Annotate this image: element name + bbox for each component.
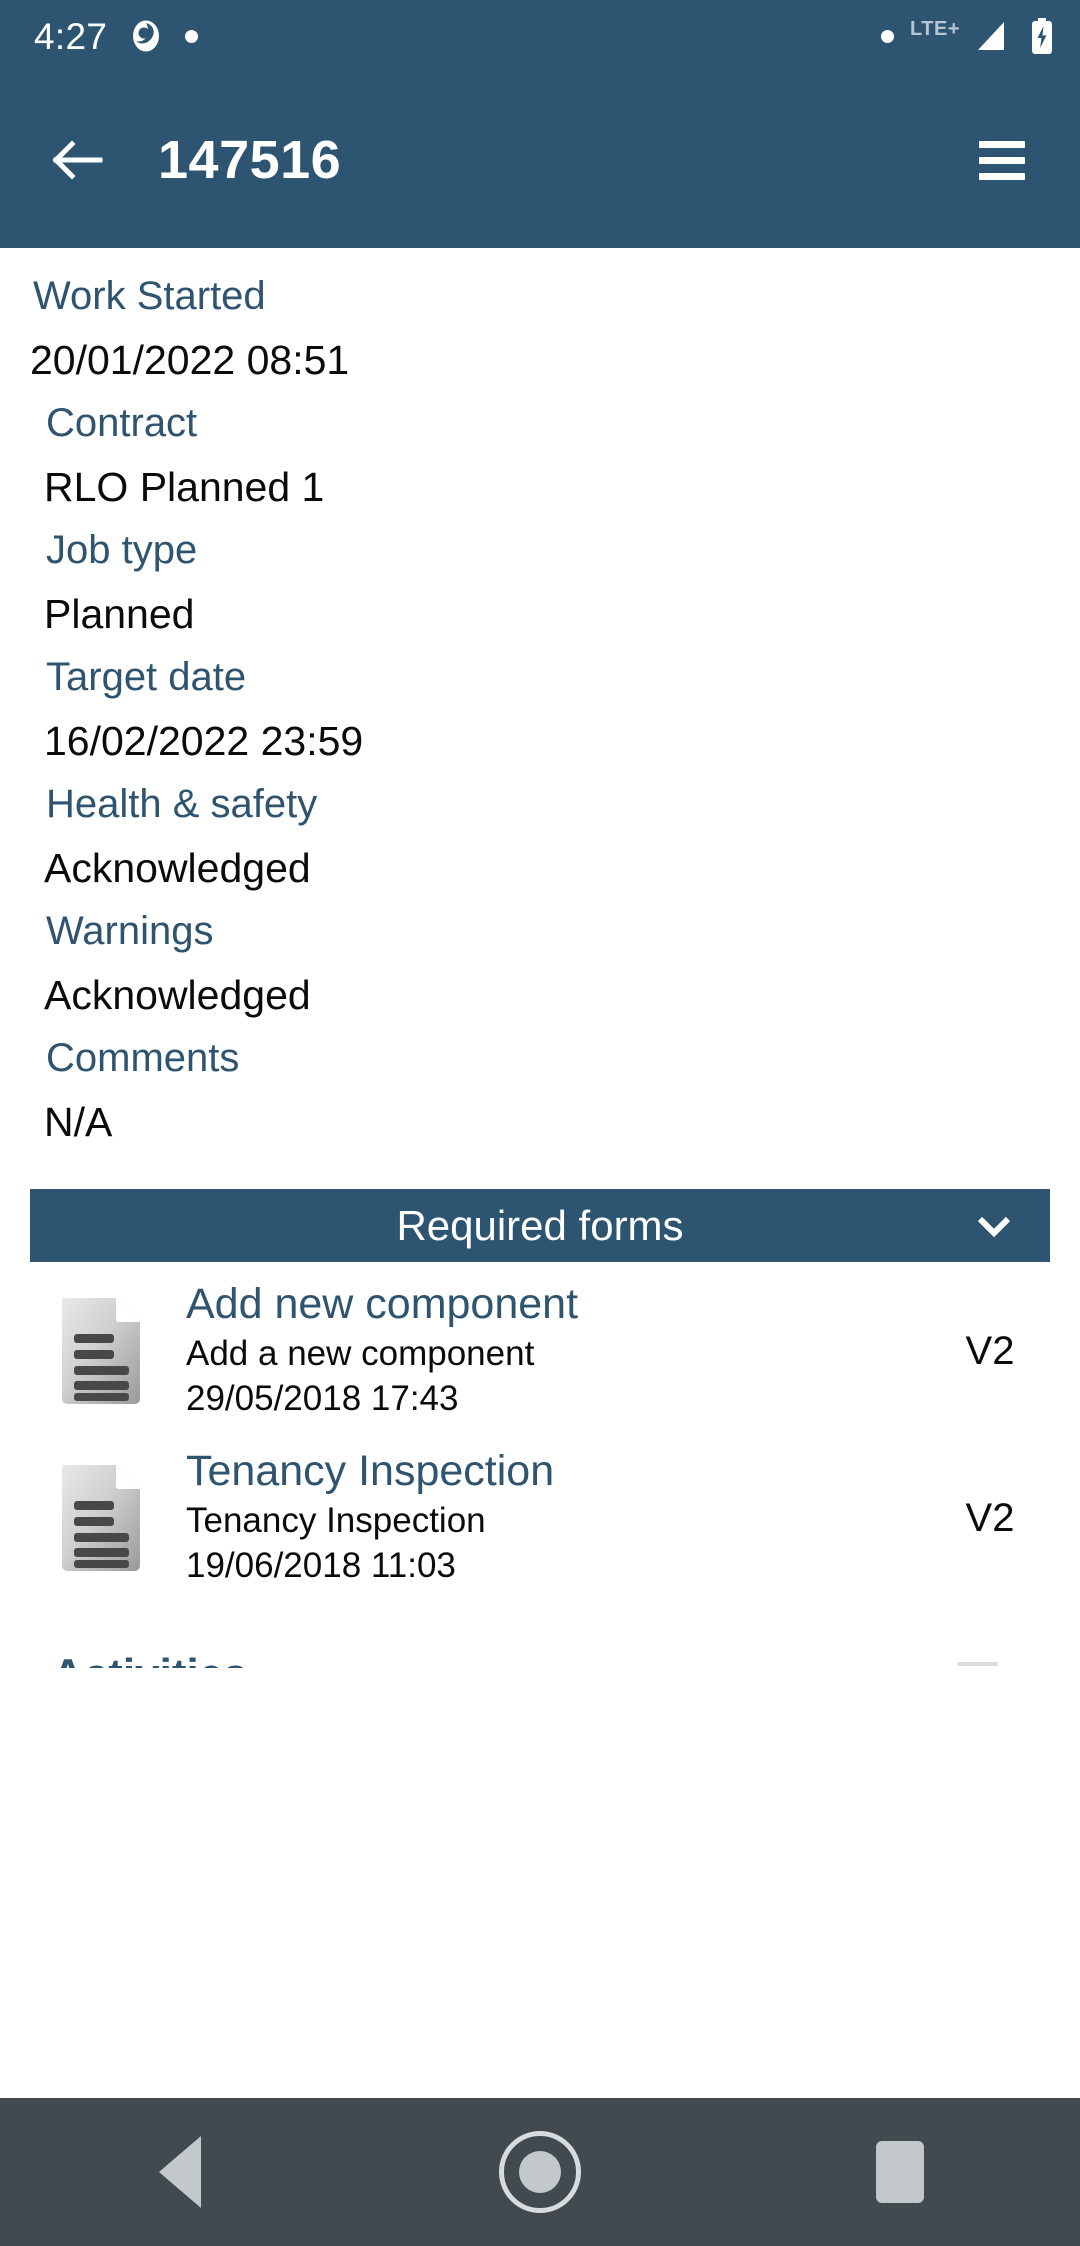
phone-screen: 4:27 LTE+ 147516 Work Started 20/01/2022…	[0, 0, 1080, 2246]
activities-section-header[interactable]: Activities	[30, 1626, 1050, 1668]
form-description: Tenancy Inspection	[186, 1501, 486, 1541]
battery-charging-icon	[1030, 18, 1054, 54]
form-date: 29/05/2018 17:43	[186, 1379, 459, 1419]
chevron-icon-partial	[958, 1661, 998, 1666]
home-circle-icon	[499, 2131, 581, 2213]
field-job-type: Job type Planned	[0, 508, 1080, 635]
field-value: 20/01/2022 08:51	[30, 337, 350, 383]
form-description: Add a new component	[186, 1334, 535, 1374]
field-label: Target date	[46, 655, 247, 699]
nav-back-button[interactable]	[105, 2098, 255, 2246]
field-label: Job type	[46, 528, 198, 572]
field-value: 16/02/2022 23:59	[44, 718, 364, 764]
required-form-row[interactable]: Tenancy Inspection Tenancy Inspection 19…	[0, 1429, 1080, 1596]
home-inner-dot	[519, 2151, 561, 2193]
field-value: Acknowledged	[44, 845, 311, 891]
menu-bar-1	[979, 140, 1025, 148]
field-label: Contract	[46, 401, 198, 445]
recents-square-icon	[876, 2141, 924, 2203]
form-version-badge: V2	[965, 1328, 1015, 1373]
nav-home-button[interactable]	[465, 2098, 615, 2246]
field-target-date: Target date 16/02/2022 23:59	[0, 635, 1080, 762]
section-title: Activities	[30, 1652, 248, 1668]
field-value: Planned	[44, 591, 195, 637]
document-icon	[58, 1461, 144, 1575]
form-title[interactable]: Add new component	[186, 1281, 930, 1328]
field-health-and-safety: Health & safety Acknowledged	[0, 762, 1080, 889]
form-date: 19/06/2018 11:03	[186, 1545, 456, 1585]
dot-icon-right	[881, 29, 895, 43]
field-value: Acknowledged	[44, 972, 311, 1018]
nav-recents-button[interactable]	[825, 2098, 975, 2246]
field-label: Health & safety	[46, 782, 318, 826]
signal-icon	[976, 20, 1014, 52]
menu-bar-2	[979, 156, 1025, 164]
field-label: Work Started	[33, 274, 266, 318]
required-form-text-block: Tenancy Inspection Tenancy Inspection 19…	[186, 1447, 930, 1588]
field-contract: Contract RLO Planned 1	[0, 381, 1080, 508]
network-type-label: LTE+	[910, 18, 960, 40]
field-warnings: Warnings Acknowledged	[0, 889, 1080, 1016]
dot-icon	[185, 29, 199, 43]
status-bar-system-icons: LTE+	[881, 18, 1054, 54]
required-form-text-block: Add new component Add a new component 29…	[186, 1281, 930, 1421]
chevron-down-icon[interactable]	[976, 1215, 1012, 1237]
required-forms-section-header[interactable]: Required forms	[30, 1189, 1050, 1262]
status-bar-clock: 4:27	[34, 15, 108, 57]
field-label: Warnings	[46, 909, 214, 953]
field-work-started: Work Started 20/01/2022 08:51	[0, 248, 1080, 381]
document-icon	[58, 1294, 144, 1408]
aperture-icon	[129, 19, 163, 53]
job-details-scroll-area[interactable]: Work Started 20/01/2022 08:51 Contract R…	[0, 248, 1080, 2038]
page-title: 147516	[158, 130, 342, 190]
form-version-badge: V2	[965, 1495, 1015, 1540]
menu-bar-3	[979, 172, 1025, 180]
android-navigation-bar	[0, 2098, 1080, 2246]
required-form-row[interactable]: Add new component Add a new component 29…	[0, 1262, 1080, 1429]
status-bar: 4:27 LTE+	[0, 0, 1080, 72]
status-bar-notification-icons	[129, 19, 199, 53]
form-title[interactable]: Tenancy Inspection	[186, 1447, 930, 1494]
field-label: Comments	[46, 1036, 240, 1080]
back-button[interactable]	[30, 112, 126, 208]
app-bar: 147516	[0, 72, 1080, 248]
field-value: RLO Planned 1	[44, 464, 325, 510]
field-value: N/A	[44, 1099, 113, 1145]
field-comments: Comments N/A	[0, 1016, 1080, 1143]
section-title: Required forms	[396, 1201, 684, 1249]
back-triangle-icon	[159, 2136, 201, 2208]
hamburger-menu-icon[interactable]	[954, 112, 1050, 208]
